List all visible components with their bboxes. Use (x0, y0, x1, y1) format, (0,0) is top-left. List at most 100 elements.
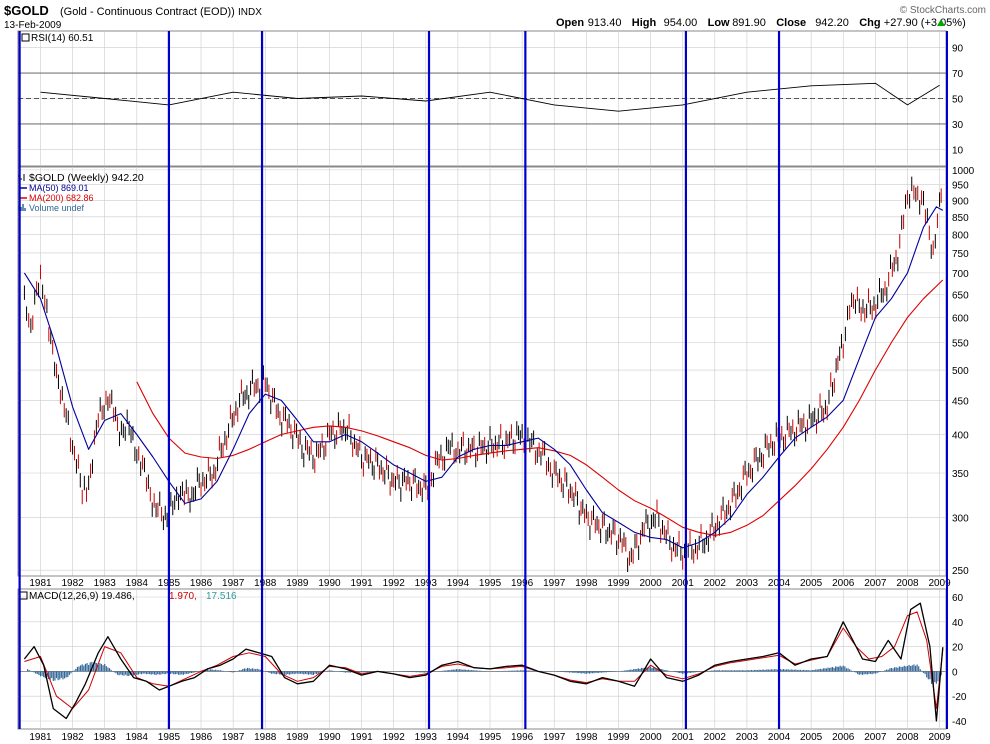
watermark: © StockCharts.com (900, 5, 986, 16)
ohlc-value: 891.90 (732, 17, 766, 29)
x-tick-label: 1994 (447, 732, 470, 743)
x-tick-label: 1996 (511, 732, 534, 743)
x-tick-label: 1996 (511, 578, 534, 589)
ohlc-label: High (632, 17, 657, 29)
price-legend-entry: Volume undef (29, 203, 85, 213)
ohlc-value: 942.20 (815, 17, 849, 29)
symbol-title: $GOLD (4, 3, 49, 18)
x-tick-label: 2006 (832, 732, 855, 743)
x-tick-label: 1986 (190, 732, 213, 743)
x-tick-label: 1990 (318, 578, 341, 589)
price-tick-label: 350 (952, 469, 969, 480)
macd-legend-hist: 17.516 (206, 591, 237, 602)
stock-chart: $GOLD (Gold - Continuous Contract (EOD))… (0, 0, 990, 744)
rsi-tick-label: 70 (952, 69, 964, 80)
x-tick-label: 1995 (479, 578, 502, 589)
x-tick-label: 2008 (896, 578, 919, 589)
macd-tick-label: -20 (952, 692, 967, 703)
macd-legend-label: MACD(12,26,9) 19.486, (29, 591, 135, 602)
macd-tick-label: 40 (952, 618, 964, 629)
ohlc-label: Low (708, 17, 730, 29)
rsi-tick-label: 90 (952, 44, 964, 55)
ohlc-readout: Open 913.40 High 954.00 Low 891.90 Close 942.20… (556, 17, 966, 29)
x-tick-label: 2003 (736, 578, 759, 589)
price-tick-label: 300 (952, 514, 969, 525)
price-tick-label: 450 (952, 396, 969, 407)
x-tick-label: 1998 (575, 578, 598, 589)
price-tick-label: 800 (952, 230, 969, 241)
x-tick-label: 1998 (575, 732, 598, 743)
macd-legend-signal: 1.970, (169, 591, 197, 602)
price-tick-label: 650 (952, 290, 969, 301)
x-tick-label: 1981 (29, 578, 52, 589)
price-tick-label: 950 (952, 181, 969, 192)
panel-frame (17, 166, 947, 577)
x-tick-label: 1992 (383, 578, 406, 589)
x-tick-label: 2002 (704, 578, 727, 589)
x-tick-label: 2000 (639, 732, 662, 743)
x-tick-label: 1984 (126, 732, 149, 743)
price-tick-label: 700 (952, 269, 969, 280)
x-tick-label: 1988 (254, 732, 277, 743)
x-tick-label: 1990 (318, 732, 341, 743)
macd-panel: 60 40 20 0 -20 -40 1981 1982 1983 1984 1985 1986 198… (17, 588, 967, 743)
x-tick-label: 1999 (607, 732, 630, 743)
price-tick-label: 600 (952, 313, 969, 324)
x-tick-label: 1997 (543, 732, 566, 743)
ohlc-label: Close (776, 17, 806, 29)
x-tick-label: 2007 (864, 578, 887, 589)
symbol-exchange: INDX (238, 7, 262, 18)
x-tick-label: 1989 (286, 732, 309, 743)
chart-date: 13-Feb-2009 (4, 20, 62, 31)
price-tick-label: 250 (952, 566, 969, 577)
x-tick-label: 2003 (736, 732, 759, 743)
rsi-tick-label: 30 (952, 120, 964, 131)
x-tick-label: 2008 (896, 732, 919, 743)
x-tick-label: 1982 (61, 732, 84, 743)
x-tick-label: 1983 (94, 732, 117, 743)
rsi-tick-label: 10 (952, 145, 964, 156)
rsi-legend: RSI(14) 60.51 (31, 33, 94, 44)
ohlc-value: 913.40 (588, 17, 622, 29)
ohlc-value: +27.90 (+3.05%) (884, 17, 966, 29)
x-tick-label: 1987 (222, 732, 245, 743)
x-tick-label: 1987 (222, 578, 245, 589)
x-tick-label: 1989 (286, 578, 309, 589)
macd-tick-label: 60 (952, 593, 964, 604)
price-tick-label: 500 (952, 366, 969, 377)
price-tick-label: 400 (952, 430, 969, 441)
x-tick-label: 1982 (61, 578, 84, 589)
x-tick-label: 2004 (768, 732, 791, 743)
price-panel: 1000 950 900 850 800 750 700 650 600 550 500 450 400… (17, 166, 975, 589)
x-tick-label: 2007 (864, 732, 887, 743)
x-tick-label: 1993 (415, 732, 438, 743)
x-tick-label: 2009 (928, 732, 951, 743)
x-tick-label: 1983 (94, 578, 117, 589)
panel-frame (17, 588, 947, 730)
ohlc-value: 954.00 (664, 17, 698, 29)
x-tick-label: 2001 (672, 732, 695, 743)
price-legend-entry: MA(50) 869.01 (29, 183, 89, 193)
x-tick-label: 2005 (800, 578, 823, 589)
x-tick-label: 2002 (704, 732, 727, 743)
price-tick-label: 1000 (952, 166, 975, 177)
x-tick-label: 1992 (383, 732, 406, 743)
symbol-description: (Gold - Continuous Contract (EOD)) (60, 6, 235, 18)
macd-tick-label: 0 (952, 667, 958, 678)
x-tick-label: 2005 (800, 732, 823, 743)
macd-tick-label: 20 (952, 643, 964, 654)
macd-tick-label: -40 (952, 717, 967, 728)
x-tick-label: 1991 (350, 732, 373, 743)
x-tick-label: 2001 (672, 578, 695, 589)
x-tick-label: 1991 (350, 578, 373, 589)
x-tick-label: 1994 (447, 578, 470, 589)
ohlc-label: Open (556, 17, 584, 29)
price-tick-label: 850 (952, 213, 969, 224)
x-tick-label: 1988 (254, 578, 277, 589)
x-tick-label: 1993 (415, 578, 438, 589)
x-tick-label: 1995 (479, 732, 502, 743)
x-tick-label: 1997 (543, 578, 566, 589)
x-tick-label: 1981 (29, 732, 52, 743)
rsi-tick-label: 50 (952, 95, 964, 106)
ohlc-label: Chg (859, 17, 880, 29)
